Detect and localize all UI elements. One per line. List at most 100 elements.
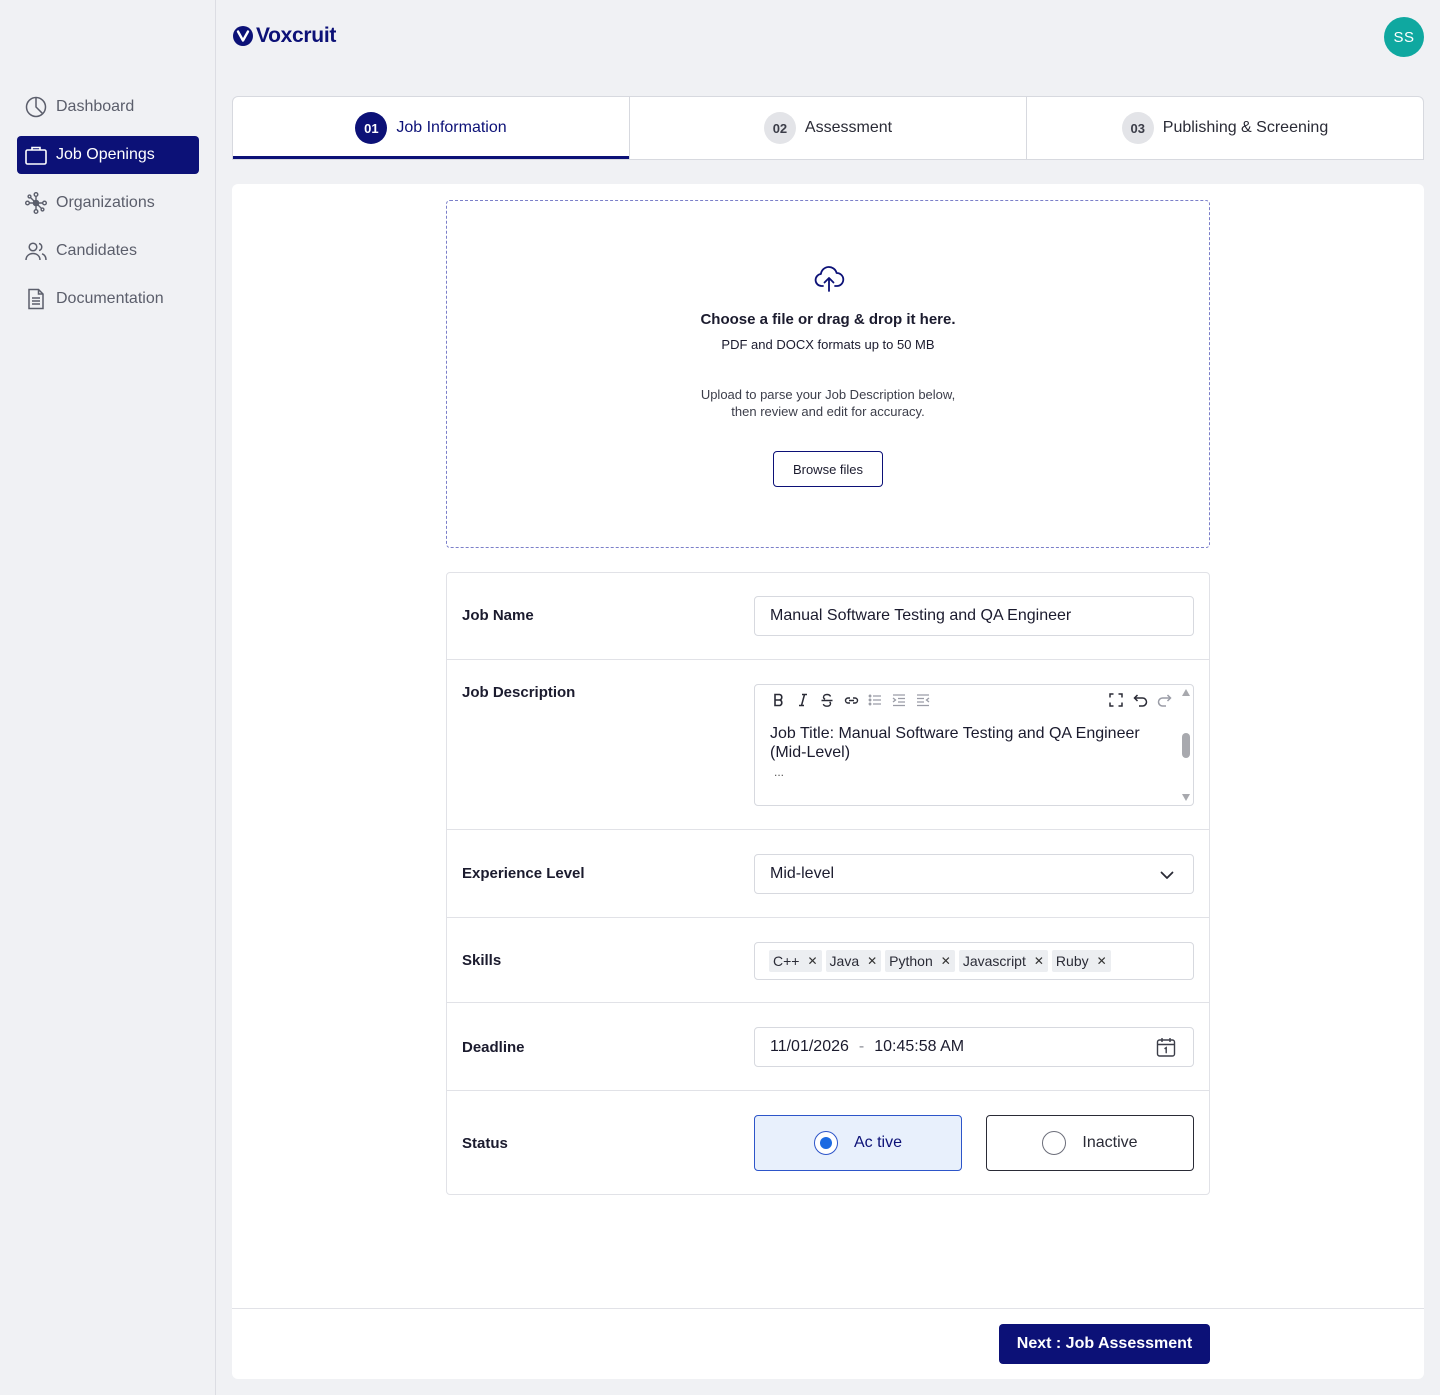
strikethrough-icon[interactable] bbox=[818, 691, 836, 709]
brand-name: Voxcruit bbox=[256, 24, 337, 47]
job-description-text: Job Title: Manual Software Testing and Q… bbox=[770, 725, 1140, 761]
skill-chip-label: Java bbox=[829, 953, 860, 969]
status-active-radio[interactable]: Ac tive bbox=[754, 1115, 962, 1171]
bullet-list-icon[interactable] bbox=[866, 691, 884, 709]
stepper-tabs: 01 Job Information 02 Assessment 03 Publ… bbox=[232, 96, 1424, 160]
scroll-down-arrow-icon[interactable] bbox=[1182, 794, 1190, 801]
tab-job-information[interactable]: 01 Job Information bbox=[233, 97, 630, 159]
calendar-icon[interactable] bbox=[1155, 1036, 1177, 1058]
sidebar-item-label: Organizations bbox=[56, 194, 155, 211]
brand-logo[interactable]: Voxcruit bbox=[232, 24, 336, 48]
undo-icon[interactable] bbox=[1131, 691, 1149, 709]
browse-files-button[interactable]: Browse files bbox=[773, 451, 883, 487]
document-icon bbox=[28, 288, 44, 310]
status-label: Status bbox=[462, 1135, 508, 1152]
skill-chip: Python ✕ bbox=[885, 950, 955, 972]
sidebar-item-candidates[interactable]: Candidates bbox=[17, 232, 199, 270]
skill-chip: Java ✕ bbox=[825, 950, 882, 972]
experience-level-select[interactable]: Mid-level bbox=[754, 854, 1194, 894]
dropzone-note-line-2: then review and edit for accuracy. bbox=[731, 404, 925, 419]
job-name-input[interactable]: Manual Software Testing and QA Engineer bbox=[754, 596, 1194, 636]
form-row-deadline: Deadline 11/01/2026 - 10:45:58 AM bbox=[447, 1003, 1209, 1091]
link-icon[interactable] bbox=[842, 691, 860, 709]
radio-checked-icon bbox=[813, 1131, 838, 1155]
job-description-label: Job Description bbox=[462, 684, 576, 701]
sidebar-item-label: Candidates bbox=[56, 242, 137, 259]
step-label: Publishing & Screening bbox=[1162, 119, 1329, 136]
sidebar-nav: Dashboard Job Openings Organizations Can… bbox=[17, 88, 199, 328]
form-row-experience-level: Experience Level Mid-level bbox=[447, 830, 1209, 918]
redo-icon[interactable] bbox=[1155, 691, 1173, 709]
experience-level-label: Experience Level bbox=[462, 865, 585, 882]
remove-chip-icon[interactable]: ✕ bbox=[941, 954, 951, 968]
skill-chip-label: Ruby bbox=[1055, 953, 1089, 969]
sidebar-item-label: Dashboard bbox=[56, 98, 135, 115]
dropzone-note: Upload to parse your Job Description bel… bbox=[447, 386, 1209, 420]
form-row-skills: Skills C++ ✕ Java ✕ Python ✕ Javascript ✕ Ru… bbox=[447, 918, 1209, 1003]
remove-chip-icon[interactable]: ✕ bbox=[867, 954, 877, 968]
briefcase-icon bbox=[25, 146, 47, 165]
skills-label: Skills bbox=[462, 952, 502, 969]
sidebar-item-documentation[interactable]: Documentation bbox=[17, 280, 199, 318]
scroll-up-arrow-icon[interactable] bbox=[1182, 689, 1190, 696]
skill-chip-label: Javascript bbox=[962, 953, 1026, 969]
bold-icon[interactable] bbox=[770, 691, 788, 709]
sidebar: Dashboard Job Openings Organizations Can… bbox=[0, 0, 216, 1395]
job-name-label: Job Name bbox=[462, 607, 534, 624]
sidebar-item-dashboard[interactable]: Dashboard bbox=[17, 88, 199, 126]
cloud-upload-icon bbox=[814, 266, 845, 292]
step-label: Assessment bbox=[804, 119, 893, 136]
deadline-picker[interactable]: 11/01/2026 - 10:45:58 AM bbox=[754, 1027, 1194, 1067]
experience-level-value: Mid-level bbox=[770, 865, 835, 882]
job-description-more: ... bbox=[774, 765, 785, 779]
status-option-label: Inactive bbox=[1082, 1134, 1138, 1151]
form-row-job-name: Job Name Manual Software Testing and QA … bbox=[447, 573, 1209, 660]
skill-chip-label: Python bbox=[889, 953, 933, 969]
sidebar-item-label: Job Openings bbox=[56, 146, 155, 163]
next-job-assessment-button[interactable]: Next : Job Assessment bbox=[999, 1324, 1210, 1364]
editor-scrollbar[interactable] bbox=[1179, 685, 1193, 805]
network-icon bbox=[25, 192, 48, 215]
status-option-label: Ac tive bbox=[853, 1134, 902, 1151]
user-avatar[interactable]: SS bbox=[1384, 17, 1424, 57]
file-dropzone[interactable]: Choose a file or drag & drop it here. PD… bbox=[446, 200, 1210, 548]
tab-assessment[interactable]: 02 Assessment bbox=[630, 97, 1027, 159]
skill-chip-label: C++ bbox=[773, 953, 800, 969]
form-row-job-description: Job Description Job Title: Manual Softwa… bbox=[447, 660, 1209, 830]
dropzone-note-line-1: Upload to parse your Job Description bel… bbox=[700, 387, 956, 402]
editor-toolbar-right bbox=[1107, 691, 1179, 709]
remove-chip-icon[interactable]: ✕ bbox=[807, 954, 817, 968]
step-number: 03 bbox=[1121, 112, 1154, 144]
job-information-card: Choose a file or drag & drop it here. PD… bbox=[232, 184, 1424, 1379]
pie-chart-icon bbox=[25, 96, 47, 118]
fullscreen-icon[interactable] bbox=[1107, 691, 1125, 709]
step-number: 01 bbox=[355, 112, 388, 144]
skill-chip: Javascript ✕ bbox=[958, 950, 1048, 972]
dropzone-title: Choose a file or drag & drop it here. bbox=[700, 311, 956, 328]
deadline-label: Deadline bbox=[462, 1039, 525, 1056]
skills-input[interactable]: C++ ✕ Java ✕ Python ✕ Javascript ✕ Ruby ✕ bbox=[754, 942, 1194, 980]
card-footer: Next : Job Assessment bbox=[232, 1308, 1424, 1379]
tab-publishing-screening[interactable]: 03 Publishing & Screening bbox=[1027, 97, 1423, 159]
sidebar-item-organizations[interactable]: Organizations bbox=[17, 184, 199, 222]
scrollbar-thumb[interactable] bbox=[1182, 733, 1190, 758]
indent-icon[interactable] bbox=[890, 691, 908, 709]
dropzone-formats: PDF and DOCX formats up to 50 MB bbox=[721, 337, 935, 352]
skill-chip: C++ ✕ bbox=[769, 950, 822, 972]
deadline-separator: - bbox=[858, 1038, 865, 1055]
status-inactive-radio[interactable]: Inactive bbox=[986, 1115, 1194, 1171]
sidebar-item-label: Documentation bbox=[56, 290, 164, 307]
editor-toolbar bbox=[770, 691, 938, 709]
step-number: 02 bbox=[763, 112, 796, 144]
remove-chip-icon[interactable]: ✕ bbox=[1034, 954, 1044, 968]
step-label: Job Information bbox=[396, 119, 507, 136]
remove-chip-icon[interactable]: ✕ bbox=[1097, 954, 1107, 968]
sidebar-item-job-openings[interactable]: Job Openings bbox=[17, 136, 199, 174]
deadline-time: 10:45:58 AM bbox=[874, 1038, 965, 1055]
chevron-down-icon bbox=[1160, 871, 1174, 879]
voxcruit-logo-icon bbox=[233, 26, 253, 46]
users-icon bbox=[25, 242, 47, 261]
outdent-icon[interactable] bbox=[914, 691, 932, 709]
job-description-editor[interactable]: Job Title: Manual Software Testing and Q… bbox=[754, 684, 1194, 806]
italic-icon[interactable] bbox=[794, 691, 812, 709]
